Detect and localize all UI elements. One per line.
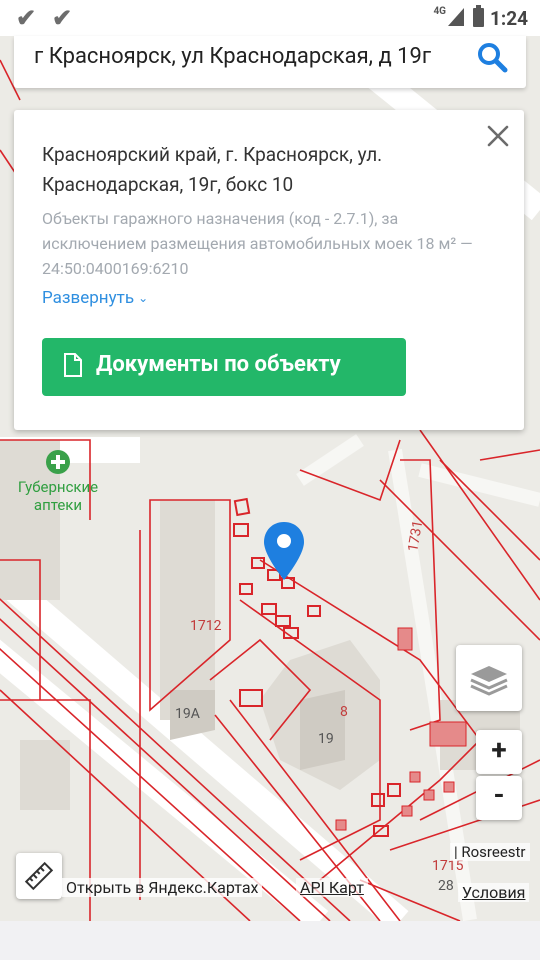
terms-link[interactable]: Условия [458, 883, 530, 902]
building-label: 1712 [190, 618, 222, 634]
status-time: 1:24 [489, 7, 528, 30]
document-icon [64, 353, 82, 377]
building-label: 19А [175, 706, 200, 722]
building-label: 19 [318, 731, 334, 747]
chevron-down-icon: ⌄ [138, 291, 149, 305]
pharmacy-icon [46, 450, 70, 474]
status-bar: ✔ ✔ 4G 1:24 [0, 0, 540, 36]
location-marker[interactable] [264, 522, 304, 580]
search-input[interactable]: г Красноярск, ул Краснодарская, д 19г [34, 44, 454, 69]
object-address: Красноярский край, г. Красноярск, ул. Кр… [42, 143, 383, 196]
object-info-card: Красноярский край, г. Красноярск, ул. Кр… [14, 110, 524, 430]
ruler-button[interactable] [16, 853, 62, 899]
documents-button[interactable]: Документы по объекту [42, 338, 406, 396]
zoom-in-label: + [491, 733, 507, 766]
documents-button-label: Документы по объекту [96, 352, 341, 377]
object-description: Объекты гаражного назначения (код - 2.7.… [42, 209, 473, 278]
poi-pharmacy-name: Губернские аптеки [17, 478, 99, 514]
check-icon: ✔ [16, 4, 37, 32]
building-label: 28 [438, 878, 454, 894]
layers-icon [470, 666, 508, 696]
rosreestr-attribution: | Rosreestr [450, 843, 530, 861]
bottom-bar [0, 921, 540, 960]
open-in-yandex-link[interactable]: Открыть в Яндекс.Картах [62, 878, 263, 897]
battery-icon [473, 5, 484, 27]
check-icon: ✔ [52, 4, 73, 32]
zoom-in-button[interactable]: + [476, 730, 522, 774]
search-icon[interactable] [476, 41, 508, 73]
search-bar[interactable]: г Красноярск, ул Краснодарская, д 19г [14, 36, 526, 88]
signal-icon [448, 8, 464, 26]
api-link[interactable]: API Карт [296, 878, 368, 897]
zoom-out-button[interactable]: - [476, 776, 522, 820]
poi-pharmacy[interactable]: Губернские аптеки [8, 450, 108, 514]
close-icon[interactable] [486, 124, 510, 148]
zoom-out-label: - [493, 778, 505, 811]
building-label: 8 [340, 704, 348, 720]
expand-label: Развернуть [42, 288, 135, 308]
layers-button[interactable] [456, 645, 522, 711]
ruler-icon [24, 861, 54, 891]
network-type: 4G [433, 6, 446, 17]
expand-link[interactable]: Развернуть ⌄ [42, 288, 148, 308]
